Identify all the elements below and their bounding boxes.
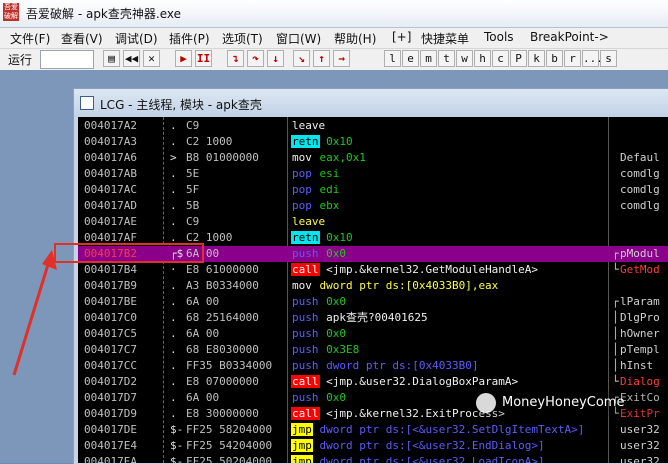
watermark: MoneyHoneyCome: [470, 390, 668, 416]
watermark-text: MoneyHoneyCome: [502, 395, 625, 410]
wechat-icon: [476, 393, 496, 413]
